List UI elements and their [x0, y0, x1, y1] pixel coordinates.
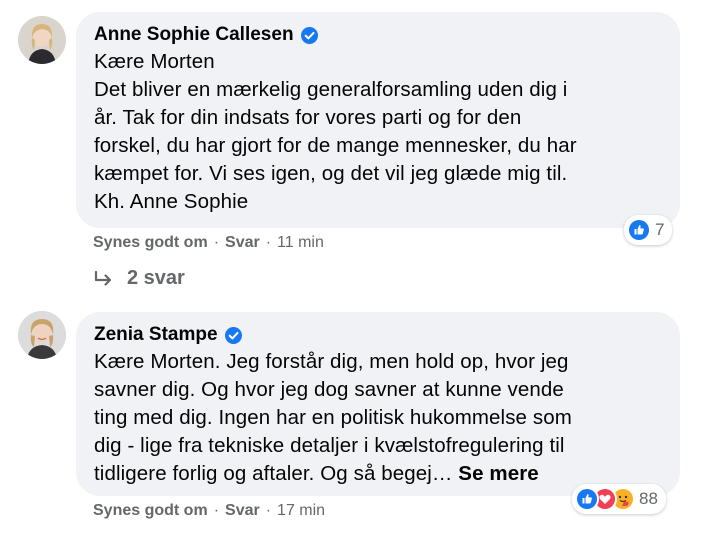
comment-line: ting med dig. Ingen har en politisk huko…: [94, 406, 572, 429]
comment-line: dig - lige fra tekniske detaljer i kvæls…: [94, 434, 565, 457]
comment-line: Kh. Anne Sophie: [94, 190, 249, 213]
see-more-link[interactable]: Se mere: [458, 462, 538, 485]
reaction-summary[interactable]: 88: [572, 484, 666, 514]
comment-actions: Synes godt om · Svar · 11 min: [93, 234, 324, 252]
comment-timestamp[interactable]: 11 min: [277, 234, 324, 252]
like-button[interactable]: Synes godt om: [93, 234, 208, 252]
comment-bubble: Zenia Stampe Kære Morten. Jeg forstår di…: [76, 312, 680, 496]
comment-line: forskel, du har gjort for de mange menne…: [94, 134, 577, 157]
comment-timestamp[interactable]: 17 min: [277, 502, 325, 520]
like-button[interactable]: Synes godt om: [93, 502, 208, 520]
comment-actions: Synes godt om · Svar · 17 min: [93, 502, 325, 520]
separator: ·: [213, 234, 220, 251]
replies-count-label: 2 svar: [127, 267, 185, 289]
reaction-count: 7: [655, 220, 665, 239]
reply-button[interactable]: Svar: [225, 502, 260, 520]
separator: ·: [265, 502, 272, 519]
reply-arrow-icon: [93, 270, 115, 288]
reaction-count: 88: [639, 489, 658, 508]
avatar-photo: [18, 311, 66, 359]
comment-author[interactable]: Zenia Stampe: [94, 324, 218, 346]
avatar[interactable]: [18, 311, 66, 359]
separator: ·: [213, 502, 220, 519]
comment-line: Det bliver en mærkelig generalforsamling…: [94, 78, 568, 101]
verified-badge-icon: [300, 26, 318, 44]
reply-button[interactable]: Svar: [225, 234, 260, 252]
avatar[interactable]: [18, 16, 66, 64]
like-icon: [575, 487, 599, 511]
avatar-photo: [18, 16, 66, 64]
verified-badge-icon: [224, 326, 242, 344]
comment-author[interactable]: Anne Sophie Callesen: [94, 24, 294, 46]
comment-line: savner dig. Og hvor jeg dog savner at ku…: [94, 378, 564, 401]
reaction-summary[interactable]: 7: [624, 215, 673, 245]
truncated-text: tidligere forlig og aftaler. Og så begej…: [94, 462, 453, 485]
comment-line-last: tidligere forlig og aftaler. Og så begej…: [94, 460, 662, 488]
comment-text: Kære Morten. Jeg forstår dig, men hold o…: [94, 348, 662, 488]
view-replies-link[interactable]: 2 svar: [93, 267, 185, 290]
separator: ·: [265, 234, 272, 251]
comment-line: Kære Morten: [94, 50, 215, 73]
comment-line: år. Tak for din indsats for vores parti …: [94, 106, 522, 129]
comment-line: kæmpet for. Vi ses igen, og det vil jeg …: [94, 162, 568, 185]
like-icon: [627, 218, 651, 242]
comment-bubble: Anne Sophie Callesen Kære Morten Det bli…: [76, 12, 680, 228]
comment-line: Kære Morten. Jeg forstår dig, men hold o…: [94, 350, 569, 373]
comment-text: Kære Morten Det bliver en mærkelig gener…: [94, 48, 662, 216]
